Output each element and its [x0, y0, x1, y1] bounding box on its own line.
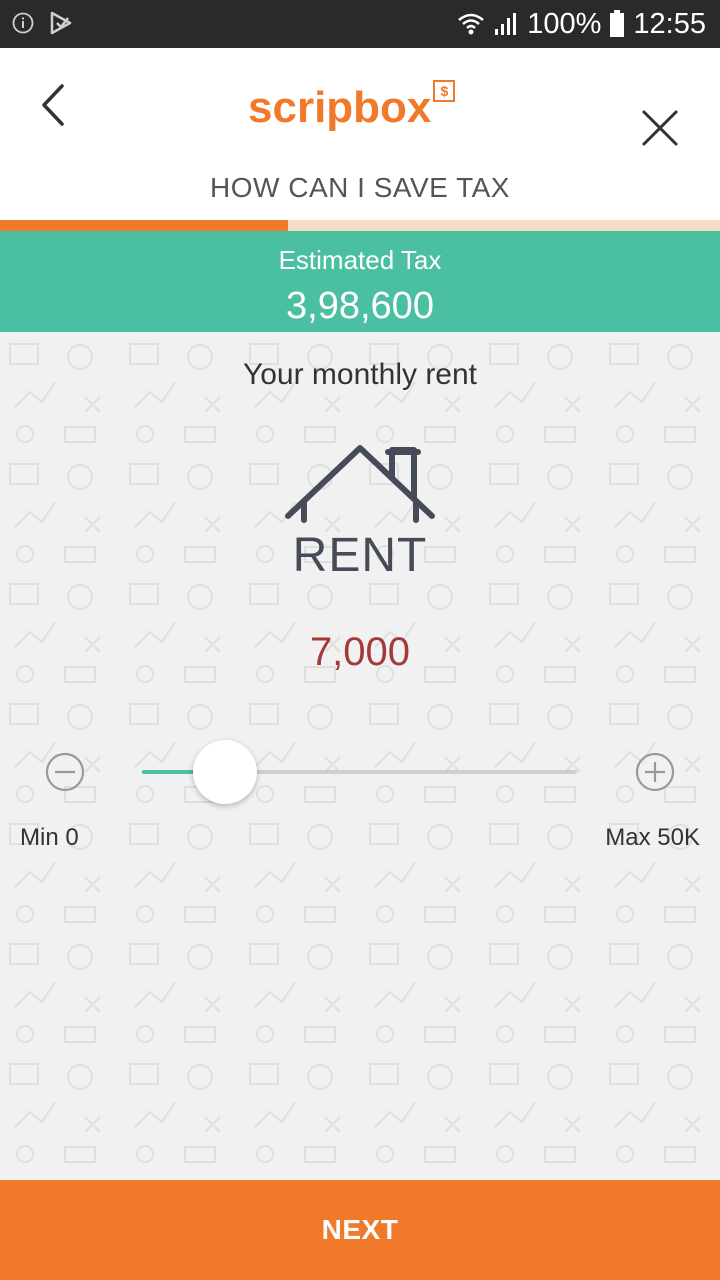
- slider-min-label: Min 0: [20, 824, 79, 851]
- back-icon[interactable]: [30, 78, 78, 132]
- progress-bar: [0, 220, 720, 231]
- close-icon[interactable]: [634, 102, 686, 154]
- status-bar: 100% 12:55: [0, 0, 720, 48]
- status-right: 100% 12:55: [457, 6, 706, 42]
- page-heading: HOW CAN I SAVE TAX: [210, 172, 510, 203]
- status-left-icons: [12, 10, 74, 36]
- battery-percent: 100%: [527, 8, 602, 40]
- estimated-tax-label: Estimated Tax: [278, 245, 442, 275]
- clock: 12:55: [633, 8, 706, 40]
- main-content: Your monthly rent RENT 7,000 Min 0 Max 5…: [0, 332, 720, 1180]
- logo-text: scripbox: [248, 83, 432, 132]
- question-label: Your monthly rent: [242, 358, 478, 391]
- wifi-icon: [458, 13, 485, 35]
- minus-icon[interactable]: [45, 752, 85, 792]
- play-store-icon: [50, 11, 72, 35]
- rent-slider[interactable]: [142, 740, 577, 804]
- signal-icon: [495, 13, 517, 35]
- estimated-tax-value: 3,98,600: [286, 285, 434, 327]
- battery-icon: [610, 10, 625, 37]
- plus-icon[interactable]: [635, 752, 675, 792]
- rent-icon-label: RENT: [292, 529, 428, 582]
- info-icon: [12, 12, 34, 34]
- next-button[interactable]: NEXT: [0, 1180, 720, 1280]
- progress-fill: [0, 220, 288, 231]
- estimated-tax-banner: Estimated Tax 3,98,600: [0, 231, 720, 332]
- slider-thumb[interactable]: [192, 740, 257, 804]
- rent-amount: 7,000: [309, 630, 411, 674]
- scripbox-logo: scripbox $: [248, 80, 456, 142]
- header: scripbox $ HOW CAN I SAVE TAX: [0, 48, 720, 220]
- logo-badge: $: [433, 80, 456, 102]
- slider-max-label: Max 50K: [605, 824, 700, 851]
